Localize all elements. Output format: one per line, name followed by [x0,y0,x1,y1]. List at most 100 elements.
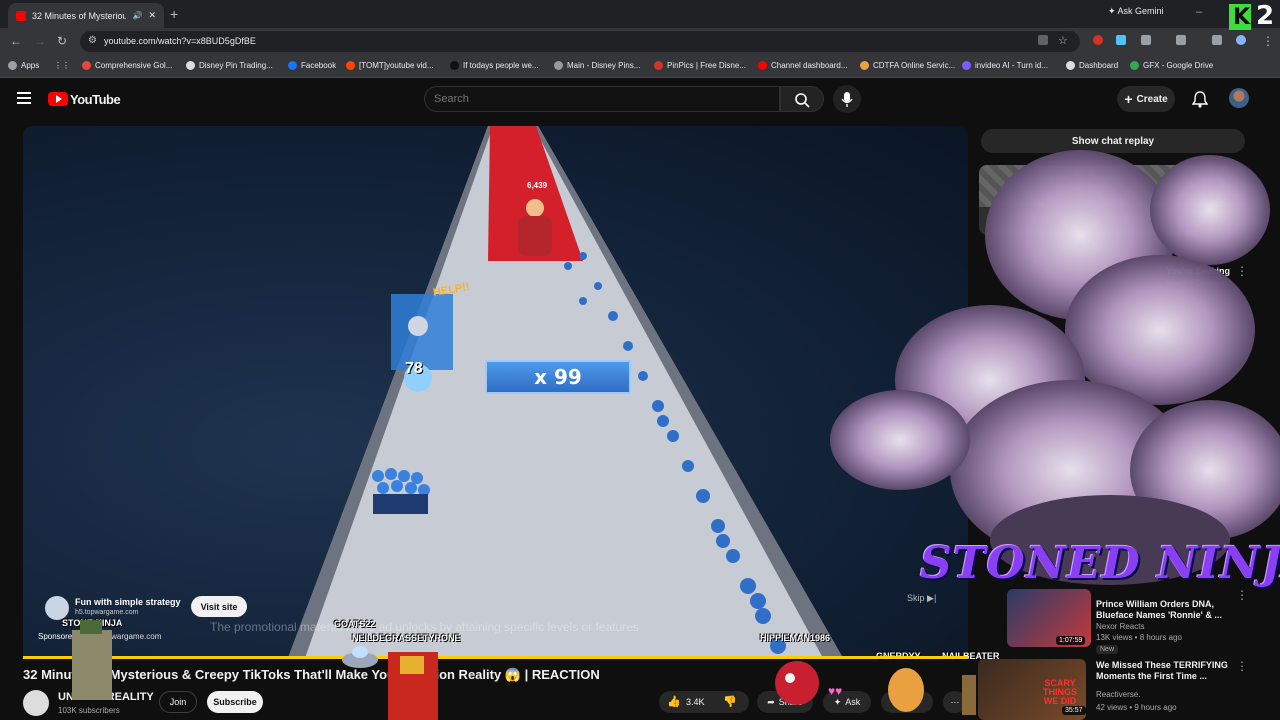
tab-audio-icon[interactable]: 🔊 [132,11,142,20]
bookmark-label: Comprehensive Gol... [95,61,173,70]
hamburger-menu-icon[interactable] [17,92,31,104]
bookmark-item[interactable]: PinPics | Free Disne... [654,61,746,70]
search-button[interactable] [780,86,824,112]
bookmark-item[interactable]: Dashboard [1066,61,1118,70]
media-control-icon[interactable] [1212,35,1222,45]
extension-red-icon[interactable] [1093,35,1103,45]
bookmark-item[interactable]: Channel dashboard... [758,61,848,70]
subscribe-button[interactable]: Subscribe [207,691,263,713]
new-tab-button[interactable]: + [170,6,178,22]
duration-badge: 1:07:59 [1056,636,1086,645]
bookmark-item[interactable]: invideo AI - Turn id... [962,61,1048,70]
save-button[interactable]: Save [881,691,933,713]
reload-icon[interactable]: ↻ [57,34,67,48]
bookmark-item[interactable]: CDTFA Online Servic... [860,61,955,70]
like-count[interactable]: 3.4K [686,697,705,707]
viewer-name: GOATS22 [334,619,376,629]
sidebar-ad2-title[interactable]: You're Seeking [1166,266,1230,276]
bookmark-item[interactable]: If todays people we... [450,61,539,70]
youtube-wordmark[interactable]: YouTube [70,92,121,107]
ask-label: Ask [845,697,861,707]
notifications-bell-icon[interactable] [1192,89,1208,109]
bookmark-favicon-icon [758,61,767,70]
skip-ad-button[interactable]: Skip ▶| [907,593,936,604]
channel-avatar[interactable] [23,690,49,716]
more-options-icon[interactable]: ⋮ [1236,659,1248,673]
k-letter: K [1233,5,1251,30]
ad-title[interactable]: Fun with simple strategy [75,597,181,607]
video-progress-bar[interactable] [23,656,968,659]
site-info-icon[interactable]: ⚙ [88,35,97,46]
create-button[interactable]: + Create [1117,86,1175,112]
tab-close-icon[interactable]: ✕ [148,10,156,21]
install-app-icon[interactable] [1038,35,1048,45]
show-chat-replay-button[interactable]: Show chat replay [981,129,1245,153]
more-options-icon[interactable]: ⋮ [1236,588,1248,602]
bookmark-item[interactable]: Disney Pin Trading... [186,61,273,70]
subscriber-count: 103K subscribers [58,706,120,715]
ask-button[interactable]: ✦ Ask [823,691,871,713]
browser-menu-icon[interactable]: ⋮ [1262,34,1274,48]
more-options-icon[interactable]: ⋮ [1224,226,1236,240]
share-label: Share [778,697,803,707]
bookmark-favicon-icon [82,61,91,70]
bookmark-label: Dashboard [1079,61,1119,70]
url-text: youtube.com/watch?v=x8BUD5gDfBE [104,36,256,46]
bookmark-item[interactable]: Main - Disney Pins... [554,61,640,70]
extensions-puzzle-icon[interactable] [1141,35,1151,45]
youtube-favicon-icon [16,10,26,21]
voice-search-button[interactable] [833,85,861,113]
account-avatar[interactable] [1229,88,1249,108]
ad-sponsored-label: Sponsored [38,632,77,641]
share-button[interactable]: ➦ Share [757,691,813,713]
ad-domain: h5.topwargame.com [75,609,139,616]
video-caption: The promotional material in the ad unloc… [210,620,639,634]
microphone-icon [841,92,853,107]
viewer-name: NEILDEGRASSETYRONE [352,633,461,643]
bookmark-favicon-icon [346,61,355,70]
tab-title: 32 Minutes of Mysterious & [32,10,127,21]
bookmark-favicon-icon [860,61,869,70]
ask-gemini-button[interactable]: ✦ Ask Gemini [1108,6,1164,17]
search-input[interactable] [434,90,764,108]
thumbs-down-icon[interactable]: 👎 [723,695,737,708]
forward-arrow-icon[interactable]: → [34,34,46,48]
channel-name[interactable]: UNREAL REALITY [58,691,154,703]
back-arrow-icon[interactable]: ← [10,34,22,48]
sparkle-icon: ✦ [833,696,842,707]
ad-visit-site-button[interactable]: Visit site [191,596,247,617]
ask-gemini-label: Ask Gemini [1117,6,1164,16]
extension-blue-icon[interactable] [1116,35,1126,45]
bookmark-item[interactable]: Facebook [288,61,336,70]
profile-icon[interactable] [1236,35,1246,45]
sidebar-ad-card[interactable] [979,165,1246,235]
video-title[interactable]: Prince William Orders DNA, Blueface Name… [1096,599,1226,621]
bookmark-favicon-icon [186,61,195,70]
bookmark-item[interactable]: [TOMT]youtube vid... [346,61,434,70]
video-channel[interactable]: Nexor Reacts [1096,622,1144,631]
sidebar-ad-visit-button[interactable]: Visit site [1165,228,1198,238]
ad-banner-image [979,165,1246,207]
create-label: Create [1136,93,1168,105]
bookmark-star-icon[interactable]: ☆ [1058,34,1068,47]
bookmark-item[interactable]: GFX - Google Drive [1130,61,1213,70]
bookmark-item[interactable]: Comprehensive Gol... [82,61,172,70]
bookmark-label: Facebook [301,61,337,70]
sidepanel-icon[interactable] [1176,35,1186,45]
video-channel[interactable]: Reactiverse. [1096,690,1140,699]
more-actions-button[interactable]: ⋯ [943,691,967,713]
bookmark-favicon-icon [288,61,297,70]
youtube-logo-icon[interactable] [48,92,68,106]
bookmark-label: [TOMT]youtube vid... [359,61,434,70]
thumbs-up-icon[interactable]: 👍 [667,695,681,708]
join-button[interactable]: Join [159,691,197,713]
ad-logo-icon[interactable] [45,596,69,620]
bookmark-item[interactable]: Apps [8,61,39,70]
video-title[interactable]: We Missed These TERRIFYING Moments the F… [1096,660,1231,682]
more-options-icon[interactable]: ⋮ [1236,264,1248,278]
browser-tab[interactable]: 32 Minutes of Mysterious & 🔊 ✕ [8,3,164,28]
address-bar[interactable]: ⚙ youtube.com/watch?v=x8BUD5gDfBE [80,31,1080,52]
search-icon [795,93,810,108]
apps-grid-icon[interactable]: ⋮⋮ [54,61,70,70]
plus-icon: + [1124,91,1133,107]
